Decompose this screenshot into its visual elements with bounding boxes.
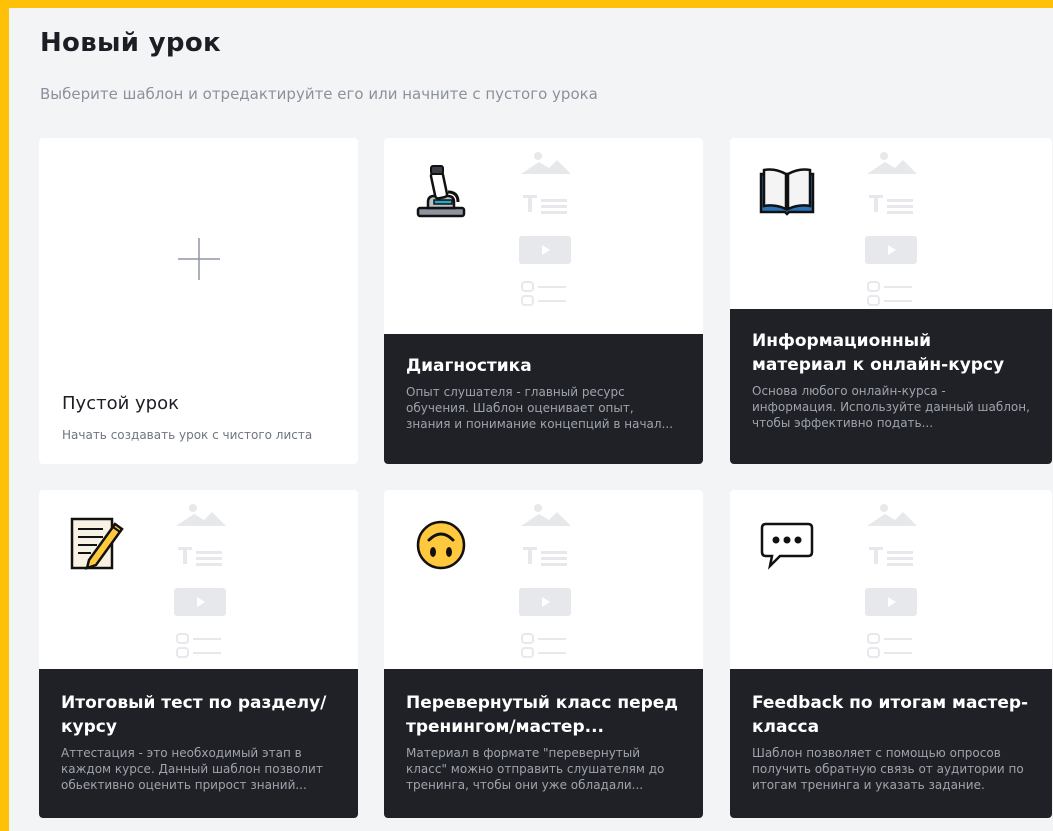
template-info-panel: Feedback по итогам мастер-класса Шаблон … — [730, 669, 1052, 818]
memo-pencil-icon — [70, 517, 124, 570]
template-title: Feedback по итогам мастер-класса — [752, 693, 1029, 737]
lesson-placeholder-icon — [865, 152, 917, 306]
template-title: Информационный материал к онлайн-курсу — [752, 331, 1005, 375]
template-picker: Новый урок Выберите шаблон и отредактиру… — [0, 0, 1053, 831]
template-card-info-material[interactable]: Информационный материал к онлайн-курсу О… — [730, 138, 1052, 464]
template-description: Основа любого онлайн-курса - информация.… — [752, 384, 1030, 430]
upside-down-face-icon — [416, 520, 466, 570]
lesson-placeholder-icon — [865, 504, 917, 658]
template-info-panel: Информационный материал к онлайн-курсу О… — [730, 309, 1052, 464]
template-description: Материал в формате "перевернутый класс" … — [406, 746, 665, 792]
open-book-icon — [759, 168, 815, 216]
template-description: Опыт слушателя - главный ресурс обучения… — [406, 385, 674, 431]
page-title: Новый урок — [40, 28, 221, 58]
template-title: Перевернутый класс перед тренингом/масте… — [406, 693, 679, 737]
template-info-panel: Диагностика Опыт слушателя - главный рес… — [384, 334, 703, 464]
template-description: Шаблон позволяет с помощью опросов получ… — [752, 746, 1024, 792]
plus-icon — [178, 238, 220, 280]
microscope-icon — [416, 165, 466, 218]
blank-lesson-description: Начать создавать урок с чистого листа — [62, 428, 313, 442]
template-description: Аттестация - это необходимый этап в кажд… — [61, 746, 323, 792]
template-card-flipped-class[interactable]: Перевернутый класс перед тренингом/масте… — [384, 490, 703, 818]
template-info-panel: Итоговый тест по разделу/курсу Аттестаци… — [39, 669, 358, 818]
template-title: Диагностика — [406, 356, 532, 376]
lesson-placeholder-icon — [519, 152, 571, 306]
page-subtitle: Выберите шаблон и отредактируйте его или… — [40, 85, 598, 103]
template-card-diagnostics[interactable]: Диагностика Опыт слушателя - главный рес… — [384, 138, 703, 464]
template-card-feedback[interactable]: Feedback по итогам мастер-класса Шаблон … — [730, 490, 1052, 818]
lesson-placeholder-icon — [519, 504, 571, 658]
blank-lesson-card[interactable]: Пустой урок Начать создавать урок с чист… — [39, 138, 358, 464]
lesson-placeholder-icon — [174, 504, 226, 658]
template-title: Итоговый тест по разделу/курсу — [61, 693, 327, 737]
template-card-final-test[interactable]: Итоговый тест по разделу/курсу Аттестаци… — [39, 490, 358, 818]
speech-bubble-icon — [760, 522, 814, 570]
blank-lesson-title: Пустой урок — [62, 393, 179, 414]
template-info-panel: Перевернутый класс перед тренингом/масте… — [384, 669, 703, 818]
